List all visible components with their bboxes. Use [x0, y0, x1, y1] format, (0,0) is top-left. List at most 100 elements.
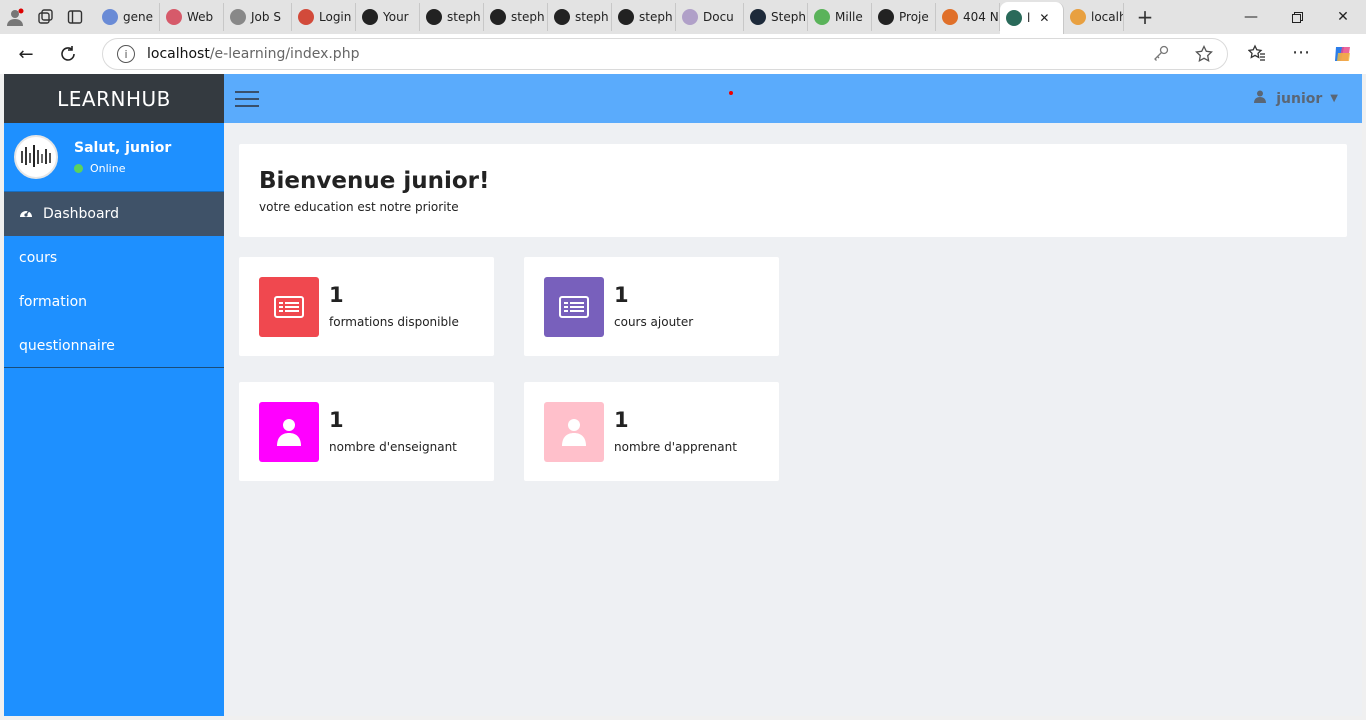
user-menu-dropdown[interactable]: junior ▼: [1254, 90, 1338, 107]
tab-favicon-icon: [490, 9, 506, 25]
tab-title: Job S: [251, 10, 281, 24]
tab-title: Docu: [703, 10, 734, 24]
tab-favicon-icon: [942, 9, 958, 25]
tab-favicon-icon: [166, 9, 182, 25]
sidebar-item-dashboard[interactable]: Dashboard: [4, 192, 224, 236]
tab-title: Web: [187, 10, 214, 24]
browser-tab-strip: gene Web Job S Login Your steph steph steph step…: [0, 0, 1366, 34]
workspaces-icon[interactable]: [30, 2, 60, 32]
close-window-icon[interactable]: ✕: [1320, 0, 1366, 34]
tab-title: Mille: [835, 10, 863, 24]
close-tab-icon[interactable]: ✕: [1039, 11, 1049, 25]
new-tab-icon[interactable]: +: [1130, 2, 1160, 32]
stat-value: 1: [329, 408, 344, 432]
tab-favicon-icon: [814, 9, 830, 25]
user-status-label: Online: [90, 161, 126, 175]
reload-icon[interactable]: [50, 38, 86, 70]
brand-logo[interactable]: LEARNHUB: [4, 74, 224, 123]
top-navbar: junior ▼: [224, 74, 1362, 123]
tab-favicon-icon: [426, 9, 442, 25]
tab-favicon-icon: [230, 9, 246, 25]
browser-tab[interactable]: Login: [292, 3, 356, 31]
tab-title: Login: [319, 10, 352, 24]
tab-favicon-icon: [682, 9, 698, 25]
welcome-title: Bienvenue junior!: [259, 168, 490, 194]
stat-card-formations: 1 formations disponible: [239, 257, 494, 356]
browser-tab[interactable]: Steph: [744, 3, 808, 31]
stat-value: 1: [614, 408, 629, 432]
site-info-icon[interactable]: i: [117, 45, 135, 63]
browser-tab[interactable]: Web: [160, 3, 224, 31]
stat-label: nombre d'apprenant: [614, 440, 737, 454]
copilot-icon[interactable]: [1332, 43, 1354, 69]
browser-tab[interactable]: Job S: [224, 3, 292, 31]
tab-list: gene Web Job S Login Your steph steph steph step…: [96, 0, 1124, 34]
url-path: /e-learning/index.php: [209, 46, 360, 62]
browser-tab[interactable]: steph: [484, 3, 548, 31]
tab-title: localh: [1091, 10, 1124, 24]
stat-card-enseignant: 1 nombre d'enseignant: [239, 382, 494, 481]
browser-tab[interactable]: Mille: [808, 3, 872, 31]
tab-title: gene: [123, 10, 153, 24]
stat-label: cours ajouter: [614, 315, 694, 329]
stat-icon-box: [544, 277, 604, 337]
tab-favicon-icon: [554, 9, 570, 25]
profile-icon[interactable]: [0, 2, 30, 32]
user-status: Online: [74, 162, 171, 175]
stat-card-cours: 1 cours ajouter: [524, 257, 779, 356]
user-panel: Salut, junior Online: [4, 123, 224, 192]
browser-tab[interactable]: Your: [356, 3, 420, 31]
url-bar[interactable]: i localhost/e-learning/index.php: [102, 38, 1228, 70]
indicator-dot: [729, 91, 733, 95]
more-options-icon[interactable]: ⋯: [1292, 42, 1310, 63]
online-status-icon: [74, 163, 83, 173]
tab-actions-icon[interactable]: [60, 2, 90, 32]
tab-title: 404 N: [963, 10, 999, 24]
sidebar: LEARNHUB Salut, junior Online Dashboard …: [4, 74, 224, 716]
restore-icon[interactable]: [1274, 0, 1320, 34]
sidebar-item-label: questionnaire: [19, 337, 115, 354]
browser-tab[interactable]: 404 N: [936, 3, 1000, 31]
list-icon: [559, 296, 589, 318]
tab-favicon-icon: [1006, 10, 1022, 26]
tab-favicon-icon: [878, 9, 894, 25]
stat-icon-box: [259, 277, 319, 337]
sidebar-item-formation[interactable]: formation: [4, 280, 224, 324]
sidebar-item-label: Dashboard: [43, 206, 119, 222]
favorites-icon[interactable]: [1247, 44, 1266, 66]
tab-title: steph: [447, 10, 481, 24]
menu-toggle-icon[interactable]: [235, 91, 259, 107]
browser-tab[interactable]: l ✕: [1000, 2, 1064, 34]
browser-tab[interactable]: Docu: [676, 3, 744, 31]
sidebar-item-cours[interactable]: cours: [4, 236, 224, 280]
stat-value: 1: [614, 283, 629, 307]
browser-tab[interactable]: steph: [548, 3, 612, 31]
tab-favicon-icon: [102, 9, 118, 25]
minimize-icon[interactable]: —: [1228, 0, 1274, 34]
tab-favicon-icon: [298, 9, 314, 25]
key-icon[interactable]: [1153, 45, 1169, 65]
favorite-star-icon[interactable]: [1195, 44, 1213, 67]
browser-tab[interactable]: Proje: [872, 3, 936, 31]
tab-title: Proje: [899, 10, 929, 24]
tab-title: steph: [575, 10, 609, 24]
browser-tab[interactable]: gene: [96, 3, 160, 31]
sidebar-item-questionnaire[interactable]: questionnaire: [4, 324, 224, 368]
user-icon: [277, 419, 301, 446]
tab-favicon-icon: [618, 9, 634, 25]
address-toolbar: ← i localhost/e-learning/index.php ⋯: [0, 34, 1366, 74]
browser-tab[interactable]: steph: [612, 3, 676, 31]
back-icon[interactable]: ←: [8, 38, 44, 70]
tab-title: steph: [639, 10, 673, 24]
tab-title: Your: [383, 10, 409, 24]
browser-tab[interactable]: localh: [1064, 3, 1124, 31]
browser-tab[interactable]: steph: [420, 3, 484, 31]
caret-down-icon: ▼: [1330, 93, 1338, 104]
tab-favicon-icon: [750, 9, 766, 25]
sidebar-item-label: formation: [19, 294, 88, 310]
stat-value: 1: [329, 283, 344, 307]
user-greeting: Salut, junior: [74, 139, 172, 156]
dashboard-icon: [19, 206, 33, 222]
tab-title: l: [1027, 11, 1031, 25]
list-icon: [274, 296, 304, 318]
